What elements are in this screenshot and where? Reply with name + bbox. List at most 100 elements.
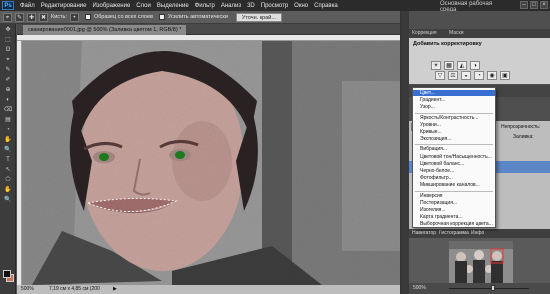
menu-item[interactable]: Яркость/Контрастность... <box>413 115 495 121</box>
adjustment-icons-row-1: ☀ ▦ ◭ ◑ <box>431 61 483 70</box>
minimize-icon[interactable]: – <box>520 1 528 9</box>
exposure-icon[interactable]: ◑ <box>470 61 480 70</box>
navigator-thumbnail[interactable] <box>449 241 513 283</box>
menu-item[interactable]: Цветовой баланс... <box>413 161 495 167</box>
menu-item[interactable]: Изогелия... <box>413 207 495 213</box>
eyedropper-tool-icon[interactable]: ✐ <box>2 76 14 84</box>
document-tab[interactable]: сканирование0001.jpg @ 500% (Заливка цве… <box>23 25 187 35</box>
quick-selection-tool-icon[interactable]: ⌖ <box>2 56 14 64</box>
menu-3d[interactable]: 3D <box>244 3 258 9</box>
menu-analysis[interactable]: Анализ <box>218 3 244 9</box>
adjustments-panel-header: Коррекция Маски <box>409 29 550 38</box>
menu-edit[interactable]: Редактирование <box>38 3 90 9</box>
adjustment-icons-row-2: ▽ ⚖ ◒ ◔ ◉ ▣ <box>435 71 513 80</box>
photoshop-logo: Ps <box>2 1 14 10</box>
path-selection-tool-icon[interactable]: ↖ <box>2 166 14 174</box>
menu-item[interactable]: Постеризация... <box>413 200 495 206</box>
navigator-panel-header: Навигатор Гистограмма Инфо <box>409 229 550 238</box>
shape-tool-icon[interactable]: ⬠ <box>2 176 14 184</box>
sample-all-layers-checkbox[interactable] <box>84 14 91 20</box>
black-white-icon[interactable]: ◒ <box>461 71 471 80</box>
panel-icon-strip <box>401 11 409 294</box>
zoom-slider-handle[interactable] <box>491 285 495 291</box>
menu-separator <box>415 144 493 146</box>
brightness-icon[interactable]: ☀ <box>431 61 441 70</box>
type-tool-icon[interactable]: T <box>2 156 14 164</box>
healing-brush-tool-icon[interactable]: ⊕ <box>2 86 14 94</box>
vibrance-icon[interactable]: ▽ <box>435 71 445 80</box>
sample-all-layers-label: Образец со всех слоев <box>93 14 153 20</box>
menu-item[interactable]: Выборочная коррекция цвета... <box>413 221 495 227</box>
close-icon[interactable]: × <box>540 1 548 9</box>
tab-navigator[interactable]: Навигатор <box>412 230 436 236</box>
menu-item[interactable]: Вибрация... <box>413 146 495 152</box>
channel-mixer-icon[interactable]: ◉ <box>487 71 497 80</box>
zoom-level[interactable]: 500% <box>21 286 34 292</box>
menu-item[interactable]: Экспозиция... <box>413 136 495 142</box>
tab-masks[interactable]: Маски <box>449 30 463 36</box>
menu-separator <box>415 190 493 192</box>
zoom-slider-track[interactable] <box>449 288 529 289</box>
app-menu-bar: Ps Файл Редактирование Изображение Слои … <box>0 0 550 13</box>
move-tool-icon[interactable]: ✥ <box>2 26 14 34</box>
tab-adjustments[interactable]: Коррекция <box>412 30 437 36</box>
brush-tool-icon[interactable]: ◐ <box>2 96 14 104</box>
dodge-tool-icon[interactable]: 🔍 <box>2 146 14 154</box>
subtract-selection-icon[interactable]: ✖ <box>39 12 48 22</box>
add-to-selection-icon[interactable]: ✚ <box>27 12 36 22</box>
menu-item[interactable]: Уровни... <box>413 122 495 128</box>
lasso-tool-icon[interactable]: ʘ <box>2 46 14 54</box>
document-info: 7,19 см x 4,85 см (200 ppi) <box>49 286 100 292</box>
menu-item[interactable]: Микширование каналов... <box>413 182 495 188</box>
marquee-tool-icon[interactable]: ⬚ <box>2 36 14 44</box>
selective-color-icon[interactable]: ▣ <box>500 71 510 80</box>
toolbox: ✥ ⬚ ʘ ⌖ ✎ ✐ ⊕ ◐ ⌫ ▤ ◔ ✋ 🔍 T ↖ ⬠ ✋ 🔍 <box>0 24 16 294</box>
quick-selection-tool-icon[interactable]: ⌖ <box>3 12 12 22</box>
menu-item[interactable]: Карта градиента... <box>413 214 495 220</box>
maximize-icon[interactable]: □ <box>530 1 538 9</box>
tab-info[interactable]: Инфо <box>471 230 484 236</box>
brush-preset-icon[interactable]: • <box>69 12 79 22</box>
new-selection-icon[interactable]: ✎ <box>15 12 24 22</box>
fill-label: Заливка: <box>513 134 534 140</box>
menu-window[interactable]: Окно <box>291 3 311 9</box>
history-brush-tool-icon[interactable]: ▤ <box>2 116 14 124</box>
color-balance-icon[interactable]: ⚖ <box>448 71 458 80</box>
auto-enhance-checkbox[interactable] <box>158 14 165 20</box>
menu-filter[interactable]: Фильтр <box>192 3 218 9</box>
menu-item[interactable]: Кривые... <box>413 129 495 135</box>
menu-item[interactable]: Цвет... <box>413 90 495 96</box>
clone-stamp-tool-icon[interactable]: ⌫ <box>2 106 14 114</box>
photo-filter-icon[interactable]: ◔ <box>474 71 484 80</box>
document-canvas[interactable] <box>22 41 400 285</box>
curves-icon[interactable]: ◭ <box>457 61 467 70</box>
status-menu-arrow-icon[interactable]: ▶ <box>113 285 117 294</box>
foreground-color-swatch[interactable] <box>3 270 11 278</box>
menu-layers[interactable]: Слои <box>133 3 154 9</box>
options-bar: ⌖ ✎ ✚ ✖ Кисть: • Образец со всех слоев У… <box>0 11 400 24</box>
menu-select[interactable]: Выделение <box>154 3 192 9</box>
levels-icon[interactable]: ▦ <box>444 61 454 70</box>
refine-edge-button[interactable]: Уточн. край... <box>235 12 282 22</box>
gradient-tool-icon[interactable]: ✋ <box>2 136 14 144</box>
eraser-tool-icon[interactable]: ◔ <box>2 126 14 134</box>
menu-image[interactable]: Изображение <box>89 3 133 9</box>
menu-file[interactable]: Файл <box>17 3 38 9</box>
navigator-zoom-bar: 500% <box>409 283 550 294</box>
menu-separator <box>415 112 493 114</box>
menu-item[interactable]: Узор... <box>413 104 495 110</box>
zoom-tool-icon[interactable]: 🔍 <box>2 196 14 204</box>
tab-histogram[interactable]: Гистограмма <box>439 230 469 236</box>
crop-tool-icon[interactable]: ✎ <box>2 66 14 74</box>
menu-item[interactable]: Градиент... <box>413 97 495 103</box>
menu-item[interactable]: Фотофильтр... <box>413 175 495 181</box>
menu-item[interactable]: Инверсия <box>413 193 495 199</box>
hand-tool-icon[interactable]: ✋ <box>2 186 14 194</box>
navigator-zoom-value[interactable]: 500% <box>413 285 426 291</box>
menu-item[interactable]: Черно-белое... <box>413 168 495 174</box>
menu-help[interactable]: Справка <box>311 3 341 9</box>
menu-view[interactable]: Просмотр <box>258 3 291 9</box>
opacity-label: Непрозрачность: <box>501 124 541 130</box>
photo-portrait <box>22 41 400 285</box>
menu-item[interactable]: Цветовой тон/Насыщенность... <box>413 154 495 160</box>
